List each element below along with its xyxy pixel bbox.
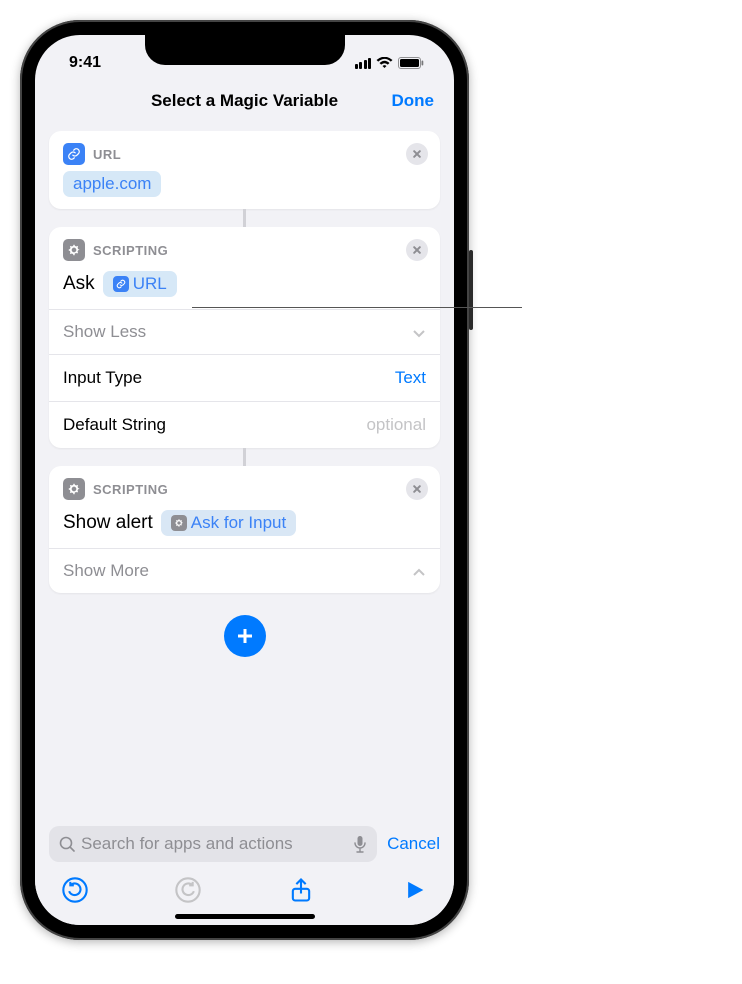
screen: 9:41 Select a Magic Variable Done URL — [35, 35, 454, 925]
show-alert-label: Show alert — [63, 512, 153, 534]
bottom-bar: Search for apps and actions Cancel — [35, 818, 454, 925]
close-icon[interactable] — [406, 239, 428, 261]
status-time: 9:41 — [69, 54, 101, 72]
play-button[interactable] — [400, 876, 428, 904]
url-token[interactable]: apple.com — [63, 171, 161, 197]
show-more-button[interactable]: Show More — [49, 549, 440, 593]
variable-token-ask-for-input[interactable]: Ask for Input — [161, 510, 296, 536]
ask-label: Ask — [63, 273, 95, 295]
undo-button[interactable] — [61, 876, 89, 904]
gear-icon — [63, 478, 85, 500]
link-icon — [63, 143, 85, 165]
cancel-button[interactable]: Cancel — [387, 834, 440, 854]
show-less-button[interactable]: Show Less — [49, 310, 440, 354]
notch — [145, 35, 345, 65]
variable-token-url[interactable]: URL — [103, 271, 177, 297]
action-label: SCRIPTING — [93, 482, 168, 497]
action-card-url[interactable]: URL apple.com — [49, 131, 440, 209]
share-button[interactable] — [287, 876, 315, 904]
action-label: URL — [93, 147, 121, 162]
link-icon — [113, 276, 129, 292]
gear-icon — [171, 515, 187, 531]
cellular-icon — [355, 58, 372, 69]
callout-line — [192, 307, 522, 308]
connector — [243, 448, 246, 466]
gear-icon — [63, 239, 85, 261]
add-action-button[interactable] — [224, 615, 266, 657]
chevron-up-icon — [412, 564, 426, 578]
close-icon[interactable] — [406, 143, 428, 165]
nav-bar: Select a Magic Variable Done — [35, 79, 454, 123]
search-icon — [59, 836, 75, 852]
action-card-ask[interactable]: SCRIPTING Ask URL Show Less — [49, 227, 440, 448]
redo-button — [174, 876, 202, 904]
page-title: Select a Magic Variable — [151, 91, 338, 111]
close-icon[interactable] — [406, 478, 428, 500]
mic-icon[interactable] — [353, 835, 367, 853]
action-label: SCRIPTING — [93, 243, 168, 258]
search-placeholder: Search for apps and actions — [81, 834, 293, 854]
battery-icon — [398, 57, 424, 69]
phone-frame: 9:41 Select a Magic Variable Done URL — [20, 20, 469, 940]
wifi-icon — [376, 57, 393, 69]
side-button — [469, 250, 473, 330]
default-string-row[interactable]: Default String optional — [49, 402, 440, 448]
search-input[interactable]: Search for apps and actions — [49, 826, 377, 862]
connector — [243, 209, 246, 227]
input-type-row[interactable]: Input Type Text — [49, 355, 440, 401]
home-indicator — [175, 914, 315, 919]
done-button[interactable]: Done — [392, 91, 435, 111]
status-right — [355, 57, 425, 69]
action-card-show-alert[interactable]: SCRIPTING Show alert Ask for Input Show … — [49, 466, 440, 593]
chevron-down-icon — [412, 325, 426, 339]
